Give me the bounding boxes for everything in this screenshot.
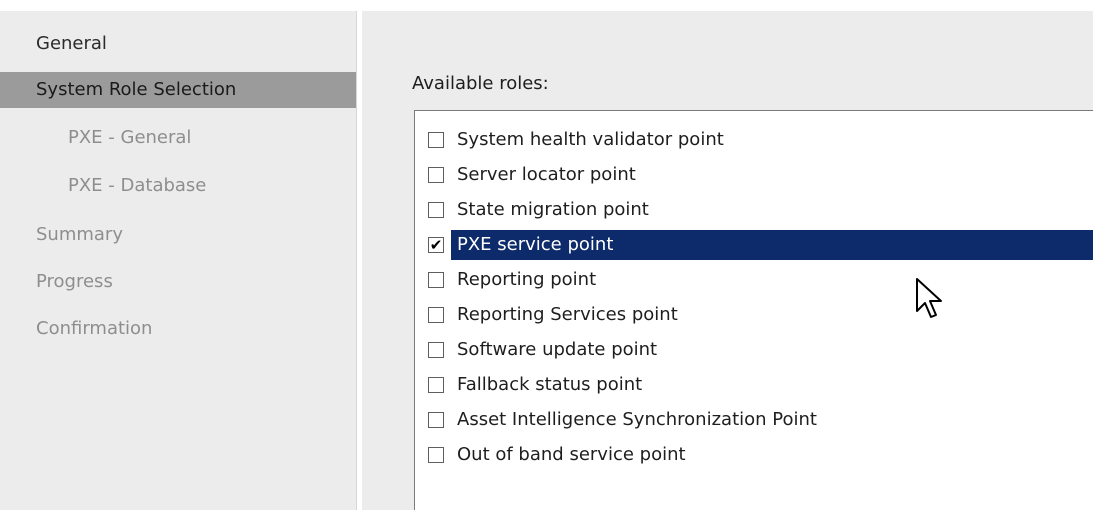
role-checkbox[interactable] <box>428 377 444 393</box>
role-label[interactable]: State migration point <box>451 195 653 225</box>
role-row-server-locator-point[interactable]: Server locator point <box>415 160 1093 190</box>
wizard-sidebar: General System Role Selection PXE - Gene… <box>0 11 356 510</box>
role-checkbox-checked[interactable]: ✔ <box>428 237 444 253</box>
role-row-pxe-service-point[interactable]: ✔ PXE service point <box>415 230 1093 260</box>
role-row-software-update-point[interactable]: Software update point <box>415 335 1093 365</box>
role-checkbox[interactable] <box>428 412 444 428</box>
role-row-reporting-services-point[interactable]: Reporting Services point <box>415 300 1093 330</box>
role-label[interactable]: Out of band service point <box>451 440 690 470</box>
sidebar-item-pxe-general[interactable]: PXE - General <box>0 120 356 156</box>
sidebar-item-progress[interactable]: Progress <box>0 264 356 300</box>
role-row-fallback-status-point[interactable]: Fallback status point <box>415 370 1093 400</box>
sidebar-item-summary[interactable]: Summary <box>0 217 356 253</box>
role-row-reporting-point[interactable]: Reporting point <box>415 265 1093 295</box>
role-row-state-migration-point[interactable]: State migration point <box>415 195 1093 225</box>
role-checkbox[interactable] <box>428 132 444 148</box>
role-label[interactable]: System health validator point <box>451 125 728 155</box>
role-label[interactable]: Asset Intelligence Synchronization Point <box>451 405 821 435</box>
wizard-window: General System Role Selection PXE - Gene… <box>0 0 1093 510</box>
role-label[interactable]: Fallback status point <box>451 370 646 400</box>
available-roles-list[interactable]: System health validator point Server loc… <box>414 110 1093 510</box>
top-strip <box>0 0 1093 11</box>
role-label[interactable]: PXE service point <box>451 230 1093 260</box>
role-label[interactable]: Software update point <box>451 335 661 365</box>
role-row-out-of-band-service-point[interactable]: Out of band service point <box>415 440 1093 470</box>
role-checkbox[interactable] <box>428 167 444 183</box>
role-label[interactable]: Server locator point <box>451 160 640 190</box>
mouse-pointer-icon <box>916 278 942 318</box>
role-checkbox[interactable] <box>428 202 444 218</box>
role-checkbox[interactable] <box>428 447 444 463</box>
role-label[interactable]: Reporting Services point <box>451 300 682 330</box>
sidebar-item-general[interactable]: General <box>0 26 356 62</box>
sidebar-item-system-role-selection[interactable]: System Role Selection <box>0 72 356 108</box>
role-row-asset-intelligence-synchronization-point[interactable]: Asset Intelligence Synchronization Point <box>415 405 1093 435</box>
sidebar-item-confirmation[interactable]: Confirmation <box>0 311 356 347</box>
role-label[interactable]: Reporting point <box>451 265 600 295</box>
available-roles-label: Available roles: <box>412 73 549 94</box>
sidebar-item-pxe-database[interactable]: PXE - Database <box>0 168 356 204</box>
role-row-system-health-validator-point[interactable]: System health validator point <box>415 125 1093 155</box>
main-panel: Available roles: System health validator… <box>362 11 1093 510</box>
role-checkbox[interactable] <box>428 272 444 288</box>
role-checkbox[interactable] <box>428 307 444 323</box>
role-checkbox[interactable] <box>428 342 444 358</box>
